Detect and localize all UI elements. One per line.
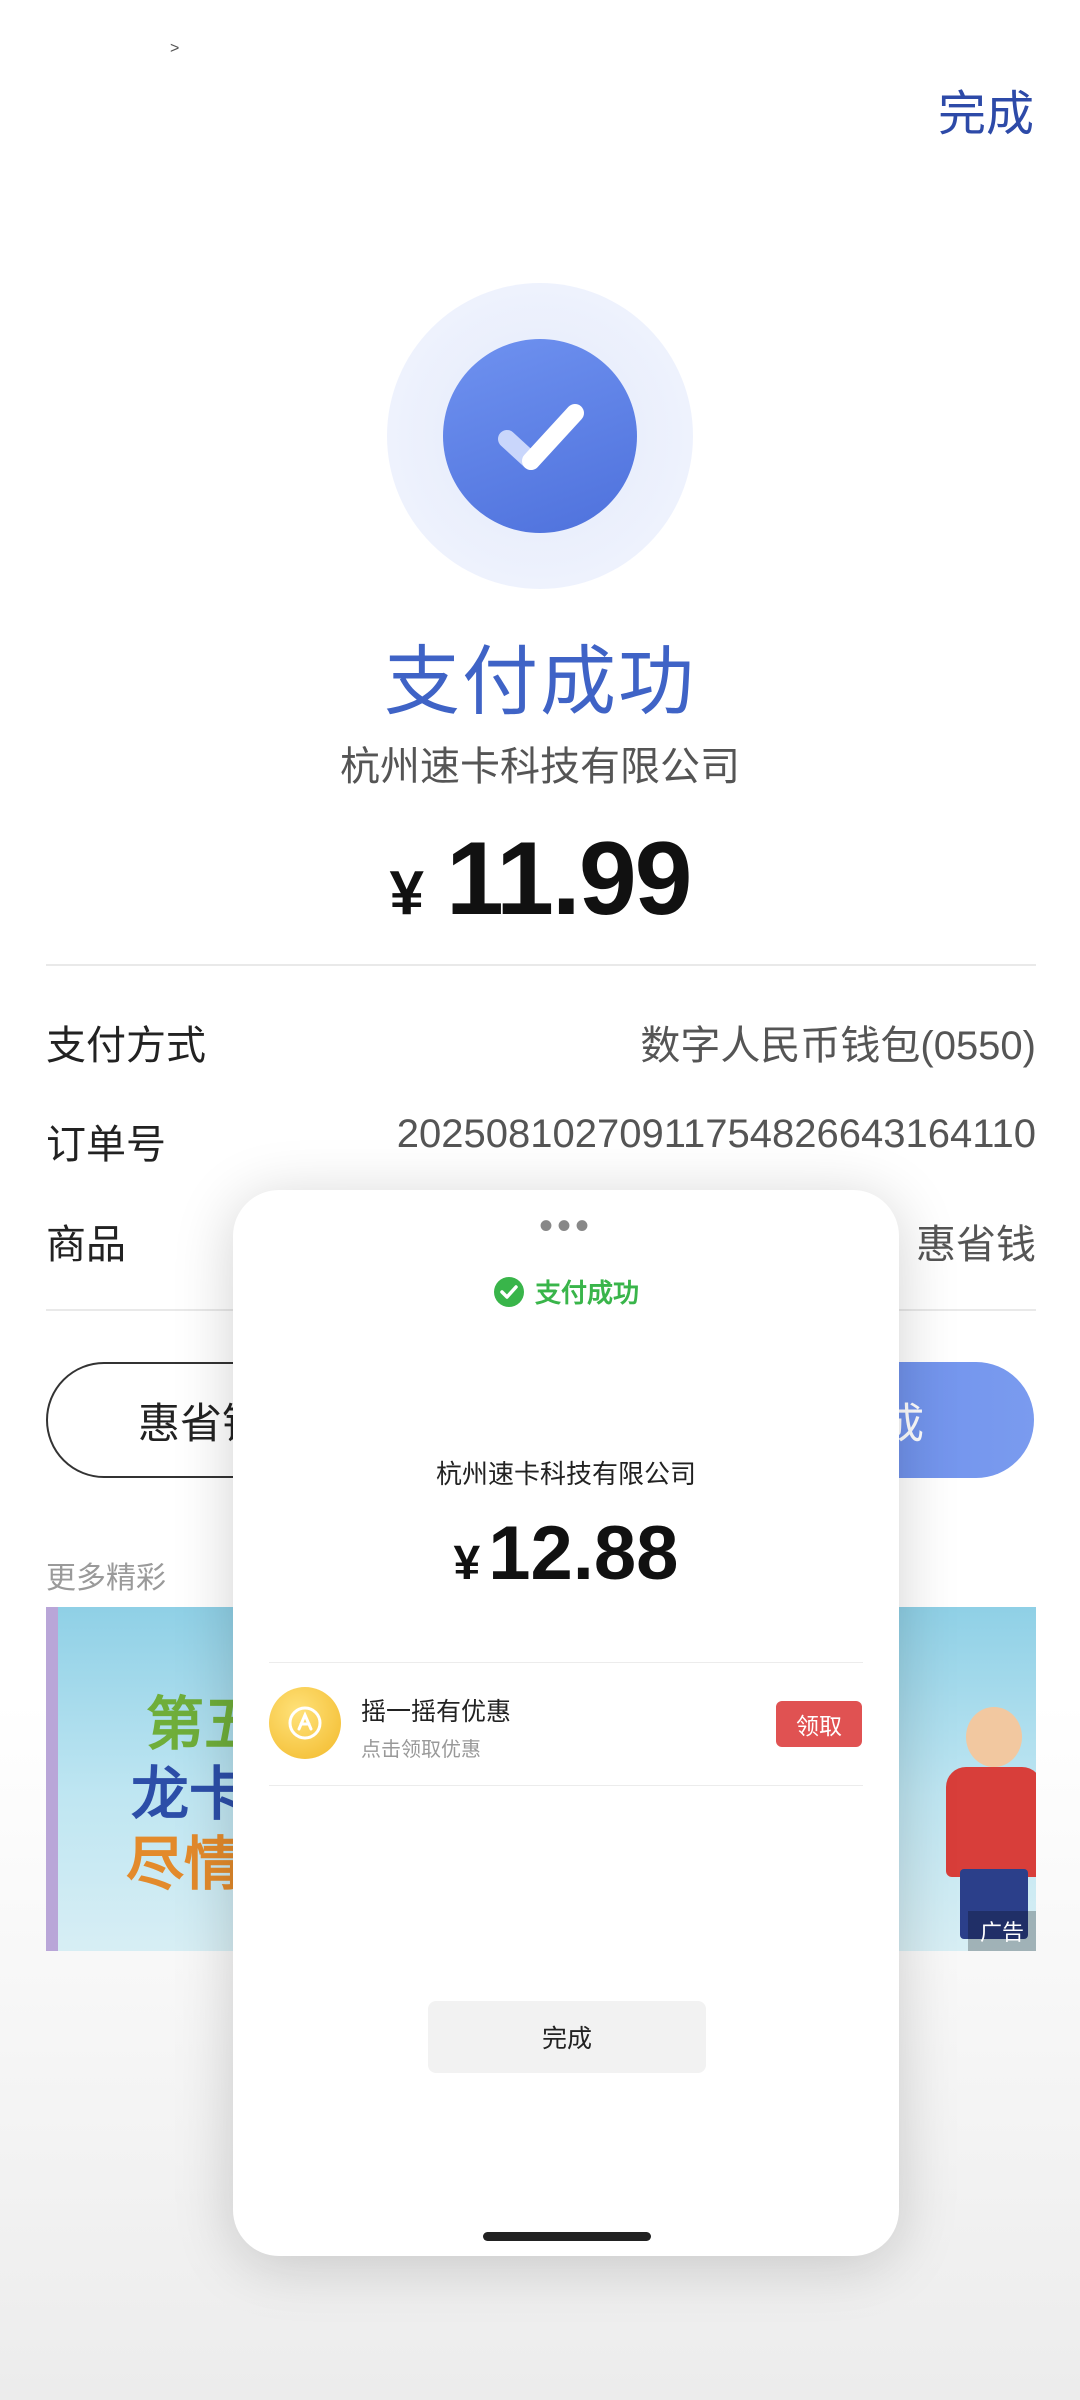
ad-badge: 广告 bbox=[967, 1911, 1036, 1951]
popup-done-button[interactable]: 完成 bbox=[428, 2001, 706, 2073]
coin-icon bbox=[269, 1687, 341, 1759]
banner-edge bbox=[46, 1607, 58, 1951]
amount-display: ¥ 11.99 bbox=[0, 820, 1080, 939]
cursor-glyph: > bbox=[170, 40, 180, 57]
popup-amount-display: ¥ 12.88 bbox=[233, 1510, 899, 1597]
divider-top bbox=[46, 964, 1036, 966]
product-value: 惠省钱 bbox=[916, 1223, 1036, 1267]
payment-popup-sheet: ••• 支付成功 杭州速卡科技有限公司 ¥ 12.88 摇一摇有优惠 点击领取优… bbox=[233, 1190, 899, 2256]
popup-merchant-name: 杭州速卡科技有限公司 bbox=[435, 1459, 696, 1489]
order-number-label: 订单号 bbox=[46, 1123, 166, 1167]
payment-method-value: 数字人民币钱包(0550) bbox=[640, 1024, 1036, 1068]
popup-status-row: 支付成功 bbox=[233, 1273, 899, 1310]
product-label: 商品 bbox=[46, 1223, 126, 1267]
promo-subtitle[interactable]: 点击领取优惠 bbox=[361, 1733, 481, 1762]
more-options-icon[interactable]: ••• bbox=[233, 1206, 899, 1246]
popup-divider-bottom bbox=[269, 1785, 863, 1786]
banner-figure-body bbox=[946, 1767, 1036, 1877]
banner-text-line3: 尽情 bbox=[126, 1832, 243, 1897]
more-section-label: 更多精彩 bbox=[46, 1562, 166, 1595]
claim-button[interactable]: 领取 bbox=[776, 1701, 862, 1747]
check-icon bbox=[498, 404, 584, 470]
popup-amount-value: 12.88 bbox=[488, 1511, 679, 1596]
payment-method-label: 支付方式 bbox=[46, 1024, 206, 1068]
popup-divider-top bbox=[269, 1662, 863, 1663]
wechat-pay-check-icon bbox=[493, 1276, 524, 1307]
success-check-badge bbox=[443, 339, 637, 533]
payment-success-title: 支付成功 bbox=[384, 640, 696, 725]
banner-figure-head bbox=[966, 1707, 1022, 1767]
merchant-name: 杭州速卡科技有限公司 bbox=[340, 745, 740, 789]
popup-status-text: 支付成功 bbox=[534, 1278, 639, 1308]
home-indicator[interactable] bbox=[483, 2232, 651, 2241]
amount-value: 11.99 bbox=[445, 821, 693, 937]
currency-symbol: ¥ bbox=[389, 859, 424, 928]
done-button-top[interactable]: 完成 bbox=[938, 74, 1034, 144]
popup-currency-symbol: ¥ bbox=[453, 1537, 481, 1590]
promo-title: 摇一摇有优惠 bbox=[361, 1698, 512, 1726]
order-number-value: 202508102709117548266431641​10 bbox=[396, 1112, 1036, 1156]
